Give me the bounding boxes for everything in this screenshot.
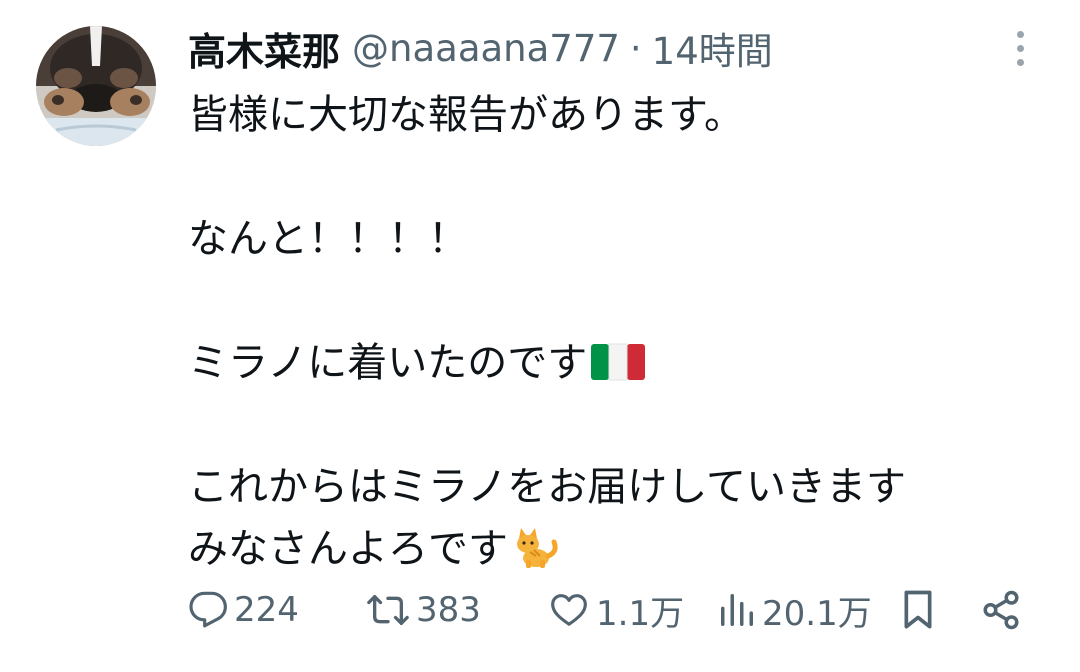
tweet-line-text: ミラノに着いたのです bbox=[188, 340, 588, 386]
tweet-header: 高木菜那 @naaaana777 · 14時間 bbox=[188, 22, 773, 74]
reply-button[interactable]: 224 bbox=[188, 580, 299, 640]
timestamp[interactable]: 14時間 bbox=[652, 21, 773, 75]
tweet-line: ミラノに着いたのです bbox=[188, 332, 1048, 394]
share-button[interactable] bbox=[980, 580, 1022, 640]
tweet-line: これからはミラノをお届けしていきます bbox=[188, 464, 906, 510]
share-icon bbox=[983, 590, 1019, 630]
tweet-line: なんと！！！！ bbox=[188, 216, 468, 262]
reply-icon bbox=[189, 591, 227, 628]
avatar-image bbox=[36, 26, 156, 146]
retweet-icon bbox=[367, 595, 409, 625]
more-options-button[interactable] bbox=[1000, 26, 1040, 70]
tweet-text: 皆様に大切な報告があります。 なんと！！！！ ミラノに着いたのです これからはミ… bbox=[188, 84, 1048, 580]
reply-count: 224 bbox=[234, 590, 299, 630]
retweet-count: 383 bbox=[416, 590, 481, 630]
bookmark-icon bbox=[904, 590, 932, 629]
cat-icon bbox=[512, 522, 560, 586]
views-icon bbox=[721, 594, 753, 626]
tweet-line: みなさんよろです bbox=[188, 518, 1048, 580]
heart-icon bbox=[551, 594, 587, 626]
username-handle[interactable]: @naaaana777 bbox=[352, 27, 620, 70]
tweet-line: 皆様に大切な報告があります。 bbox=[188, 92, 744, 138]
more-vertical-icon bbox=[1016, 30, 1024, 38]
separator-dot: · bbox=[629, 26, 642, 70]
like-count: 1.1万 bbox=[596, 593, 685, 634]
bookmark-button[interactable] bbox=[898, 580, 938, 640]
flag-italy-icon bbox=[591, 338, 646, 400]
views-button[interactable]: 20.1万 bbox=[718, 580, 872, 640]
tweet[interactable]: 高木菜那 @naaaana777 · 14時間 皆様に大切な報告があります。 な… bbox=[0, 0, 1080, 672]
display-name[interactable]: 高木菜那 bbox=[188, 21, 340, 76]
retweet-button[interactable]: 383 bbox=[366, 580, 481, 640]
views-count: 20.1万 bbox=[762, 593, 872, 634]
tweet-actions: 224 383 1.1万 20.1万 bbox=[188, 580, 1048, 640]
like-button[interactable]: 1.1万 bbox=[548, 580, 684, 640]
avatar[interactable] bbox=[36, 26, 156, 146]
tweet-line-text: みなさんよろです bbox=[188, 526, 508, 572]
